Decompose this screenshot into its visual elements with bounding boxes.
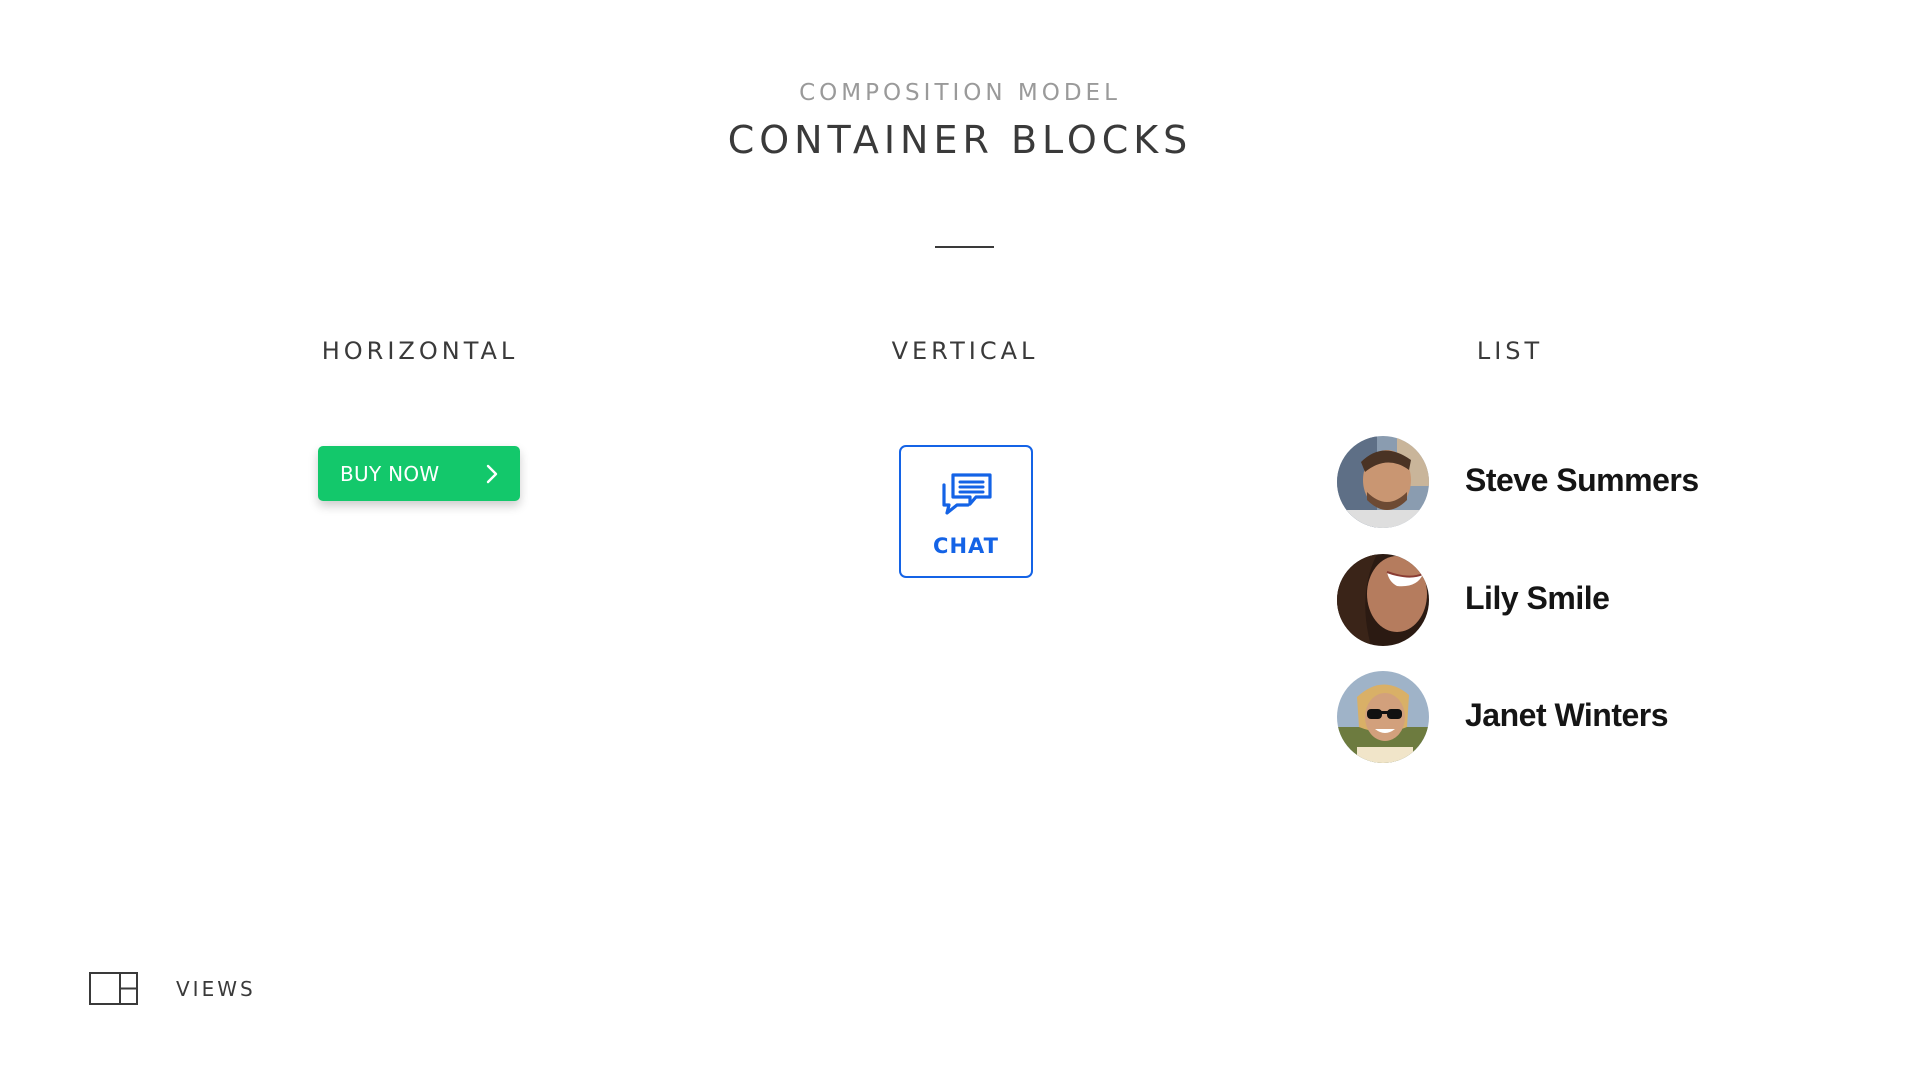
- chat-label: CHAT: [933, 534, 999, 558]
- views-layout-icon: [89, 972, 138, 1005]
- list-item[interactable]: Janet Winters: [1337, 671, 1787, 763]
- list-item[interactable]: Steve Summers: [1337, 436, 1787, 528]
- title-divider: [935, 246, 994, 248]
- contact-name: Steve Summers: [1465, 462, 1699, 498]
- views-label: VIEWS: [176, 977, 256, 1001]
- column-title-horizontal: HORIZONTAL: [321, 337, 519, 365]
- column-title-vertical: VERTICAL: [891, 337, 1039, 365]
- avatar: [1337, 554, 1429, 646]
- slide: COMPOSITION MODEL CONTAINER BLOCKS HORIZ…: [0, 0, 1920, 1080]
- contact-name: Lily Smile: [1465, 580, 1610, 616]
- page-title: CONTAINER BLOCKS: [727, 118, 1193, 162]
- chat-button[interactable]: CHAT: [899, 445, 1033, 578]
- avatar: [1337, 671, 1429, 763]
- chat-bubbles-icon: [942, 473, 992, 515]
- buy-now-button[interactable]: BUY NOW: [318, 446, 520, 501]
- column-title-list: LIST: [1476, 337, 1544, 365]
- contact-name: Janet Winters: [1465, 697, 1669, 733]
- page-eyebrow: COMPOSITION MODEL: [799, 80, 1121, 106]
- chevron-right-icon: [486, 464, 498, 484]
- avatar: [1337, 436, 1429, 528]
- list-item[interactable]: Lily Smile: [1337, 554, 1787, 646]
- buy-now-label: BUY NOW: [340, 461, 440, 486]
